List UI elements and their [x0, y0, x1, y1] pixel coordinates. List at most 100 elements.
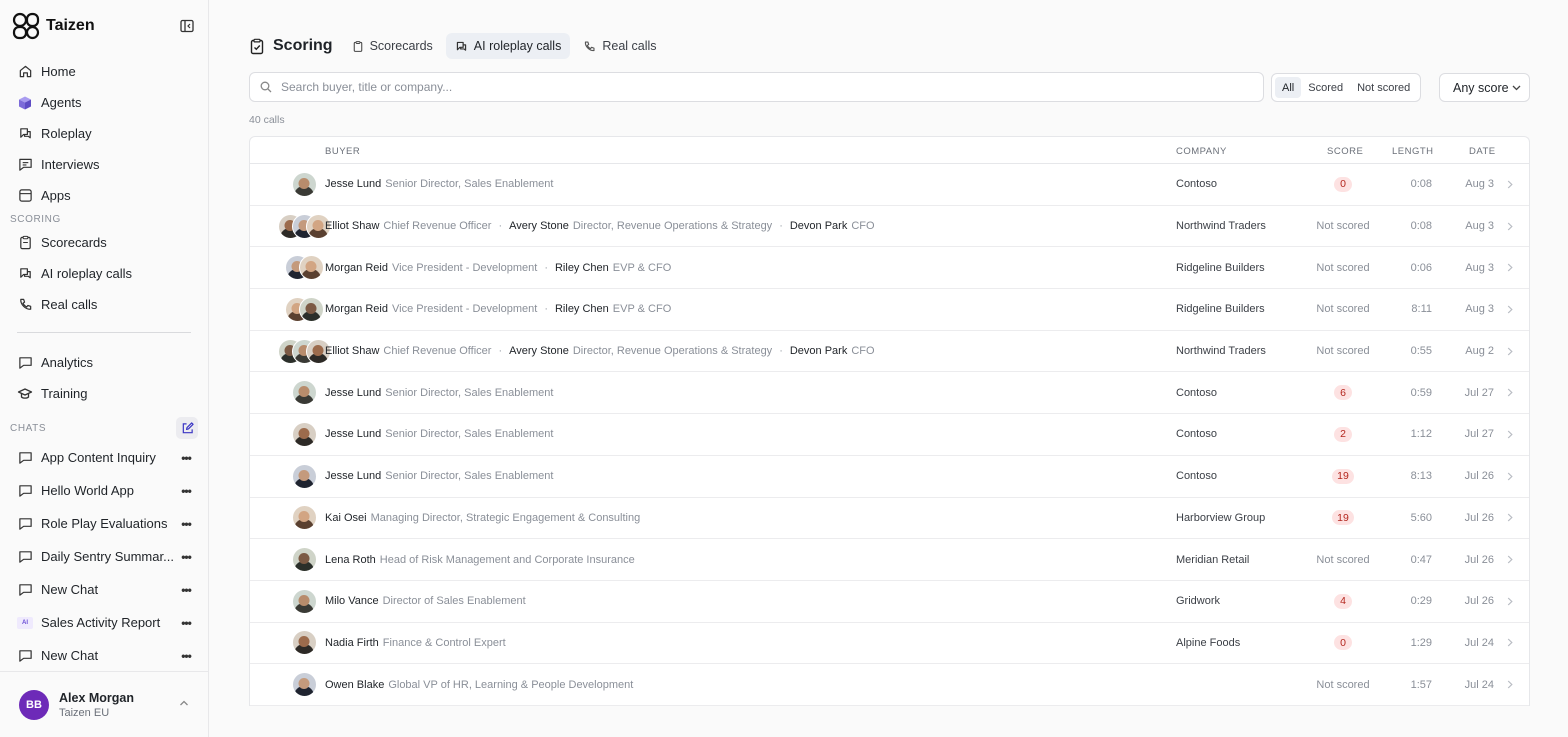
nav-label: Roleplay [41, 126, 92, 141]
length-cell: 8:11 [1411, 303, 1432, 316]
nav-item-roleplay[interactable]: Roleplay [0, 118, 208, 149]
clipboard-icon [17, 235, 33, 251]
nav-label: Real calls [41, 297, 98, 312]
chat-label: Hello World App [41, 483, 134, 498]
column-header-length[interactable]: LENGTH [1392, 146, 1434, 157]
tab-scorecards[interactable]: Scorecards [343, 33, 442, 59]
buyer-title: EVP & CFO [612, 261, 672, 274]
company-cell: Contoso [1176, 178, 1217, 191]
chat-item[interactable]: AI Sales Activity Report ••• [0, 606, 208, 639]
separator: · [498, 345, 503, 358]
more-options-icon[interactable]: ••• [178, 550, 194, 564]
buyer-cell: Owen Blake Global VP of HR, Learning & Pe… [325, 664, 633, 705]
filter-all-button[interactable]: All [1275, 77, 1302, 98]
chat-label: Role Play Evaluations [41, 516, 168, 531]
score-cell: 6 [1308, 372, 1378, 413]
new-chat-button[interactable] [176, 417, 198, 439]
chat-item[interactable]: Hello World App ••• [0, 474, 208, 507]
table-row[interactable]: Owen Blake Global VP of HR, Learning & Pe… [250, 664, 1529, 706]
length-cell: 1:12 [1410, 428, 1432, 441]
buyer-title: Global VP of HR, Learning & People Devel… [388, 678, 634, 691]
length-cell: 1:29 [1410, 636, 1432, 649]
table-row[interactable]: Morgan Reid Vice President - Development ·… [250, 247, 1529, 290]
length-cell: 0:55 [1410, 345, 1432, 358]
chat-item[interactable]: Role Play Evaluations ••• [0, 507, 208, 540]
chart-icon [17, 355, 33, 371]
score-select[interactable]: Any score [1439, 73, 1530, 102]
more-options-icon[interactable]: ••• [178, 484, 194, 498]
more-options-icon[interactable]: ••• [178, 517, 194, 531]
table-row[interactable]: Nadia Firth Finance & Control Expert Alpin… [250, 623, 1529, 665]
nav-item-agents[interactable]: Agents [0, 87, 208, 118]
chevron-right-icon [1507, 498, 1513, 539]
buyer-cell: Jesse Lund Senior Director, Sales Enablem… [325, 164, 553, 205]
table-row[interactable]: Lena Roth Head of Risk Management and Cor… [250, 539, 1529, 581]
chat-item[interactable]: App Content Inquiry ••• [0, 441, 208, 474]
page-title: Scoring [249, 37, 333, 55]
nav-item-interviews[interactable]: Interviews [0, 149, 208, 180]
column-header-date[interactable]: DATE [1469, 146, 1496, 157]
buyer-title: Senior Director, Sales Enablement [385, 386, 554, 399]
page-title-text: Scoring [273, 37, 333, 54]
length-cell: 1:57 [1410, 678, 1432, 691]
table-row[interactable]: Morgan Reid Vice President - Development ·… [250, 289, 1529, 331]
table-row[interactable]: Elliot Shaw Chief Revenue Officer · Avery S… [250, 206, 1529, 248]
table-row[interactable]: Jesse Lund Senior Director, Sales Enablem… [250, 164, 1529, 206]
table-row[interactable]: Kai Osei Managing Director, Strategic Eng… [250, 498, 1529, 540]
table-row[interactable]: Milo Vance Director of Sales Enablement Gr… [250, 581, 1529, 623]
table-row[interactable]: Jesse Lund Senior Director, Sales Enablem… [250, 372, 1529, 415]
nav-item-apps[interactable]: Apps [0, 180, 208, 211]
more-options-icon[interactable]: ••• [178, 649, 194, 663]
chevron-right-icon [1507, 289, 1513, 330]
table-row[interactable]: Elliot Shaw Chief Revenue Officer · Avery S… [250, 331, 1529, 373]
nav-item-analytics[interactable]: Analytics [0, 347, 208, 378]
search-input[interactable] [281, 80, 1253, 94]
nav-item-home[interactable]: Home [0, 56, 208, 87]
chevron-right-icon [1507, 539, 1513, 580]
column-header-company[interactable]: COMPANY [1176, 146, 1227, 157]
nav-item-ai-roleplay-calls[interactable]: AI roleplay calls [0, 258, 208, 289]
nav-label: AI roleplay calls [41, 266, 133, 281]
home-icon [17, 64, 33, 80]
nav-item-real-calls[interactable]: Real calls [0, 289, 208, 320]
company-cell: Contoso [1176, 386, 1217, 399]
avatar [291, 380, 317, 406]
chats-header: CHATS [0, 415, 208, 441]
score-cell: Not scored [1316, 303, 1370, 316]
chevron-down-icon [1512, 85, 1521, 91]
buyer-title: Managing Director, Strategic Engagement … [370, 511, 641, 524]
chat-item[interactable]: New Chat ••• [0, 573, 208, 606]
chat-item[interactable]: New Chat ••• [0, 639, 208, 672]
collapse-sidebar-button[interactable] [178, 17, 196, 35]
table-row[interactable]: Jesse Lund Senior Director, Sales Enablem… [250, 456, 1529, 498]
sidebar-toggle-icon [180, 19, 194, 33]
more-options-icon[interactable]: ••• [178, 451, 194, 465]
table-row[interactable]: Jesse Lund Senior Director, Sales Enablem… [250, 414, 1529, 456]
chevron-right-icon [1507, 581, 1513, 622]
buyer-avatars [291, 456, 317, 497]
apps-icon [17, 188, 33, 204]
chevron-right-icon [1507, 664, 1513, 705]
buyer-avatars [277, 331, 331, 372]
search-box[interactable] [249, 72, 1264, 102]
more-options-icon[interactable]: ••• [178, 616, 194, 630]
nav-item-scorecards[interactable]: Scorecards [0, 227, 208, 258]
column-header-buyer[interactable]: BUYER [325, 146, 360, 157]
chevron-right-icon [1507, 206, 1513, 247]
buyer-title: Head of Risk Management and Corporate In… [379, 553, 635, 566]
score-badge: 19 [1332, 510, 1354, 526]
more-options-icon[interactable]: ••• [178, 583, 194, 597]
chat-item[interactable]: Daily Sentry Summar... ••• [0, 540, 208, 573]
tab-ai-roleplay-calls[interactable]: AI roleplay calls [445, 33, 571, 59]
nav-item-training[interactable]: Training [0, 378, 208, 409]
user-menu[interactable]: BB Alex Morgan Taizen EU [0, 671, 208, 737]
separator: · [779, 345, 783, 358]
buyer-title: Senior Director, Sales Enablement [385, 428, 554, 441]
tab-real-calls[interactable]: Real calls [574, 33, 665, 59]
length-cell: 0:06 [1410, 261, 1432, 274]
buyer-title: Director, Revenue Operations & Strategy [572, 220, 773, 233]
column-header-score[interactable]: SCORE [1327, 146, 1363, 157]
filter-scored-button[interactable]: Scored [1301, 77, 1350, 98]
filter-not-scored-button[interactable]: Not scored [1350, 77, 1417, 98]
company-cell: Northwind Traders [1176, 345, 1266, 358]
